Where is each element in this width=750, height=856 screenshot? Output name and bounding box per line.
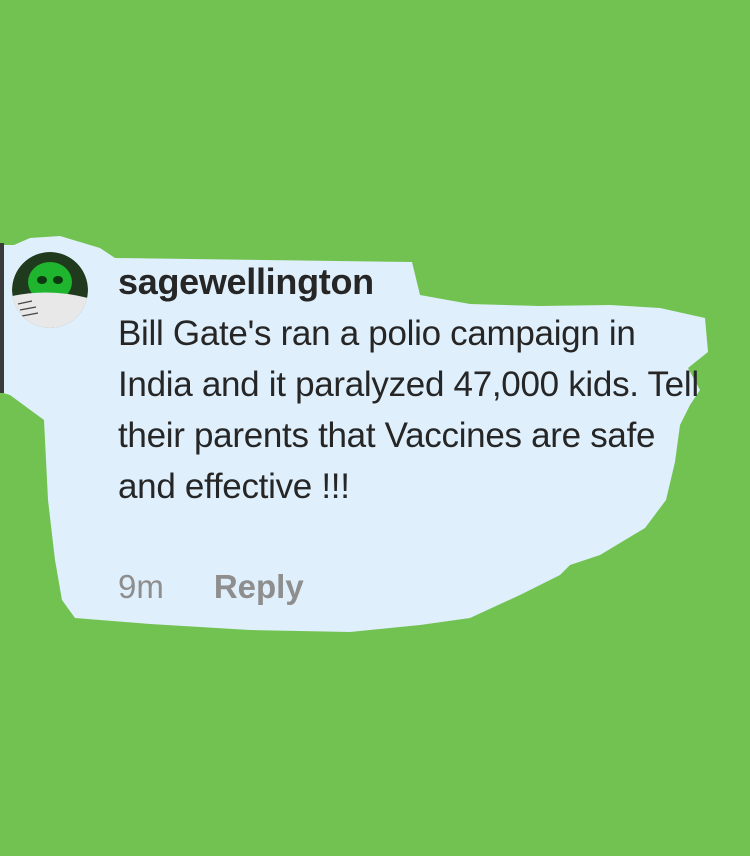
- user-avatar[interactable]: [12, 252, 88, 328]
- comment-text: Bill Gate's ran a polio campaign in Indi…: [118, 314, 699, 506]
- comment-meta: 9m Reply: [118, 568, 304, 606]
- comment-username[interactable]: sagewellington: [118, 262, 708, 302]
- comment-timestamp: 9m: [118, 568, 164, 605]
- reply-button[interactable]: Reply: [214, 568, 304, 606]
- left-edge-bar: [0, 243, 4, 393]
- screenshot-page: sagewellington Bill Gate's ran a polio c…: [0, 0, 750, 856]
- comment-block: sagewellington Bill Gate's ran a polio c…: [118, 262, 708, 512]
- masked-avatar-icon: [12, 252, 88, 328]
